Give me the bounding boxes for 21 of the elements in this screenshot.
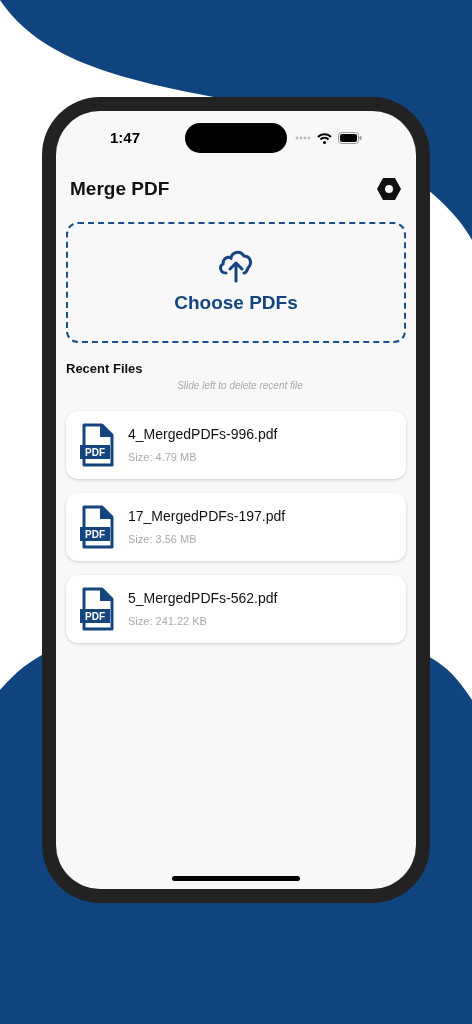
battery-icon [338,132,362,144]
recent-file-card[interactable]: PDF 17_MergedPDFs-197.pdf Size: 3.56 MB [66,493,406,561]
file-name: 5_MergedPDFs-562.pdf [128,589,278,609]
signal-icon [295,136,311,140]
app-title: Merge PDF [70,177,170,201]
file-size: Size: 241.22 KB [128,614,208,630]
pdf-file-icon: PDF [80,423,114,467]
settings-icon[interactable] [376,177,402,202]
section-title: Recent Files [66,359,144,378]
file-size: Size: 3.56 MB [128,532,198,548]
recent-file-card[interactable]: PDF 4_MergedPDFs-996.pdf Size: 4.79 MB [66,411,406,479]
wifi-icon [317,132,332,144]
status-time: 1:47 [110,127,141,148]
pdf-file-icon: PDF [80,587,114,631]
choose-pdfs-dropzone[interactable]: Choose PDFs [66,221,406,343]
file-name: 17_MergedPDFs-197.pdf [128,507,286,527]
pdf-file-icon: PDF [80,505,114,549]
recent-file-card[interactable]: PDF 5_MergedPDFs-562.pdf Size: 241.22 KB [66,575,406,643]
hint-text: Slide left to delete recent file [176,379,303,393]
file-size: Size: 4.79 MB [128,450,198,466]
file-name: 4_MergedPDFs-996.pdf [128,425,278,445]
